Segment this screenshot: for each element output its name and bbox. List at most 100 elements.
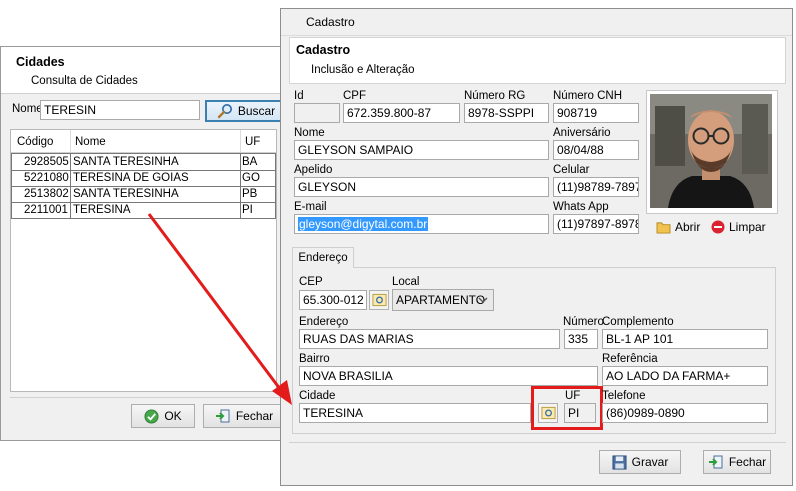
cell-codigo: 5221080 xyxy=(24,172,69,184)
rg-label: Número RG xyxy=(464,90,526,102)
cadastro-header-subtitle: Inclusão e Alteração xyxy=(311,64,415,76)
photo-clear-label: Limpar xyxy=(729,220,766,234)
cadastro-header xyxy=(289,37,786,84)
cidades-footer-divider xyxy=(10,397,287,398)
cell-uf: BA xyxy=(242,156,258,168)
aniversario-field[interactable]: 08/04/88 xyxy=(553,140,639,160)
column-header-codigo[interactable]: Código xyxy=(17,136,53,148)
email-label: E-mail xyxy=(294,201,327,213)
remove-icon xyxy=(711,220,725,234)
cell-nome: TERESINA DE GOIAS xyxy=(73,172,189,184)
whatsapp-label: Whats App xyxy=(553,201,609,213)
table-row-selected[interactable]: 2211001 TERESINA PI xyxy=(11,202,276,219)
cadastro-footer-divider xyxy=(289,442,786,443)
local-label: Local xyxy=(392,276,420,288)
search-button[interactable]: Buscar xyxy=(205,100,287,122)
search-form-icon xyxy=(371,293,387,307)
tab-endereco[interactable]: Endereço xyxy=(292,247,354,268)
table-row[interactable]: 5221080 TERESINA DE GOIAS GO xyxy=(11,170,276,187)
apelido-label: Apelido xyxy=(294,164,333,176)
email-field[interactable]: gleyson@digytal.com.br xyxy=(294,214,549,234)
cep-lookup-button[interactable] xyxy=(369,290,389,310)
cell-uf: GO xyxy=(242,172,260,184)
cell-uf: PI xyxy=(242,204,253,216)
cell-uf: PB xyxy=(242,188,258,200)
search-input[interactable]: TERESIN xyxy=(40,100,200,120)
id-label: Id xyxy=(294,90,304,102)
exit-door-icon xyxy=(708,455,723,469)
cell-codigo: 2211001 xyxy=(24,204,68,216)
complemento-field[interactable]: BL-1 AP 101 xyxy=(602,329,768,349)
cidade-field[interactable]: TERESINA xyxy=(299,403,531,423)
uf-field[interactable]: PI xyxy=(564,403,596,423)
nome-field[interactable]: GLEYSON SAMPAIO xyxy=(294,140,549,160)
grid-rows: 2928505 SANTA TERESINHA BA 5221080 TERES… xyxy=(11,153,276,220)
profile-photo xyxy=(650,94,772,208)
cidade-label: Cidade xyxy=(299,390,336,402)
bairro-field[interactable]: NOVA BRASILIA xyxy=(299,366,598,386)
cidades-subtitle: Consulta de Cidades xyxy=(31,75,138,87)
tab-endereco-label: Endereço xyxy=(298,252,348,264)
cpf-field[interactable]: 672.359.800-87 xyxy=(343,103,460,123)
table-row[interactable]: 2513802 SANTA TERESINHA PB xyxy=(11,186,276,203)
search-button-label: Buscar xyxy=(237,104,276,118)
email-value-selected: gleyson@digytal.com.br xyxy=(298,217,429,231)
nome-label: Nome xyxy=(294,127,325,139)
save-button-label: Gravar xyxy=(631,455,669,469)
photo-open-button[interactable]: Abrir xyxy=(656,220,700,234)
cadastro-close-label: Fechar xyxy=(728,455,767,469)
cell-nome: TERESINA xyxy=(73,204,131,216)
apelido-field[interactable]: GLEYSON xyxy=(294,177,549,197)
grid-column-divider xyxy=(70,154,71,218)
cell-codigo: 2513802 xyxy=(24,188,69,200)
endereco-field[interactable]: RUAS DAS MARIAS xyxy=(299,329,560,349)
column-header-nome[interactable]: Nome xyxy=(75,136,106,148)
table-row[interactable]: 2928505 SANTA TERESINHA BA xyxy=(11,154,276,171)
grid-column-divider xyxy=(11,154,12,218)
aniversario-label: Aniversário xyxy=(553,127,611,139)
local-select-value: APARTAMENTO xyxy=(396,293,486,307)
search-label: Nome xyxy=(12,103,43,115)
celular-field[interactable]: (11)98789-7897 xyxy=(553,177,639,197)
cidade-lookup-button[interactable] xyxy=(538,403,558,423)
cnh-field[interactable]: 908719 xyxy=(553,103,639,123)
exit-door-icon xyxy=(215,409,230,423)
floppy-disk-icon xyxy=(612,454,627,470)
grid-column-divider xyxy=(240,154,241,218)
complemento-label: Complemento xyxy=(602,316,674,328)
rg-field[interactable]: 8978-SSPPI xyxy=(464,103,549,123)
numero-label: Número xyxy=(563,316,604,328)
photo-clear-button[interactable]: Limpar xyxy=(711,220,766,234)
grid-header-divider xyxy=(240,130,241,152)
save-button[interactable]: Gravar xyxy=(599,450,681,474)
cell-nome: SANTA TERESINHA xyxy=(73,188,179,200)
whatsapp-field[interactable]: (11)97897-8978 xyxy=(553,214,639,234)
id-field[interactable] xyxy=(294,103,340,123)
cadastro-window-title: Cadastro xyxy=(306,15,355,29)
telefone-field[interactable]: (86)0989-0890 xyxy=(602,403,768,423)
cep-field[interactable]: 65.300-012 xyxy=(299,290,367,310)
cpf-label: CPF xyxy=(343,90,366,102)
cidades-close-label: Fechar xyxy=(235,409,274,423)
check-icon xyxy=(144,408,159,424)
cidades-close-button[interactable]: Fechar xyxy=(203,404,285,428)
column-header-uf[interactable]: UF xyxy=(245,136,260,148)
referencia-label: Referência xyxy=(602,353,658,365)
search-form-icon xyxy=(540,406,556,420)
cnh-label: Número CNH xyxy=(553,90,623,102)
photo-open-label: Abrir xyxy=(675,220,701,234)
telefone-label: Telefone xyxy=(602,390,646,402)
cidades-grid[interactable]: Código Nome UF 2928505 SANTA TERESINHA B… xyxy=(10,129,277,392)
referencia-field[interactable]: AO LADO DA FARMA+ xyxy=(602,366,768,386)
grid-header-divider xyxy=(70,130,71,152)
folder-icon xyxy=(656,221,671,234)
cadastro-close-button[interactable]: Fechar xyxy=(703,450,771,474)
endereco-label: Endereço xyxy=(299,316,349,328)
numero-field[interactable]: 335 xyxy=(564,329,598,349)
chevron-down-icon xyxy=(478,297,488,303)
ok-button[interactable]: OK xyxy=(131,404,195,428)
ok-button-label: OK xyxy=(164,409,182,423)
uf-label: UF xyxy=(565,390,581,402)
cep-label: CEP xyxy=(299,276,323,288)
local-select[interactable]: APARTAMENTO xyxy=(392,289,494,311)
